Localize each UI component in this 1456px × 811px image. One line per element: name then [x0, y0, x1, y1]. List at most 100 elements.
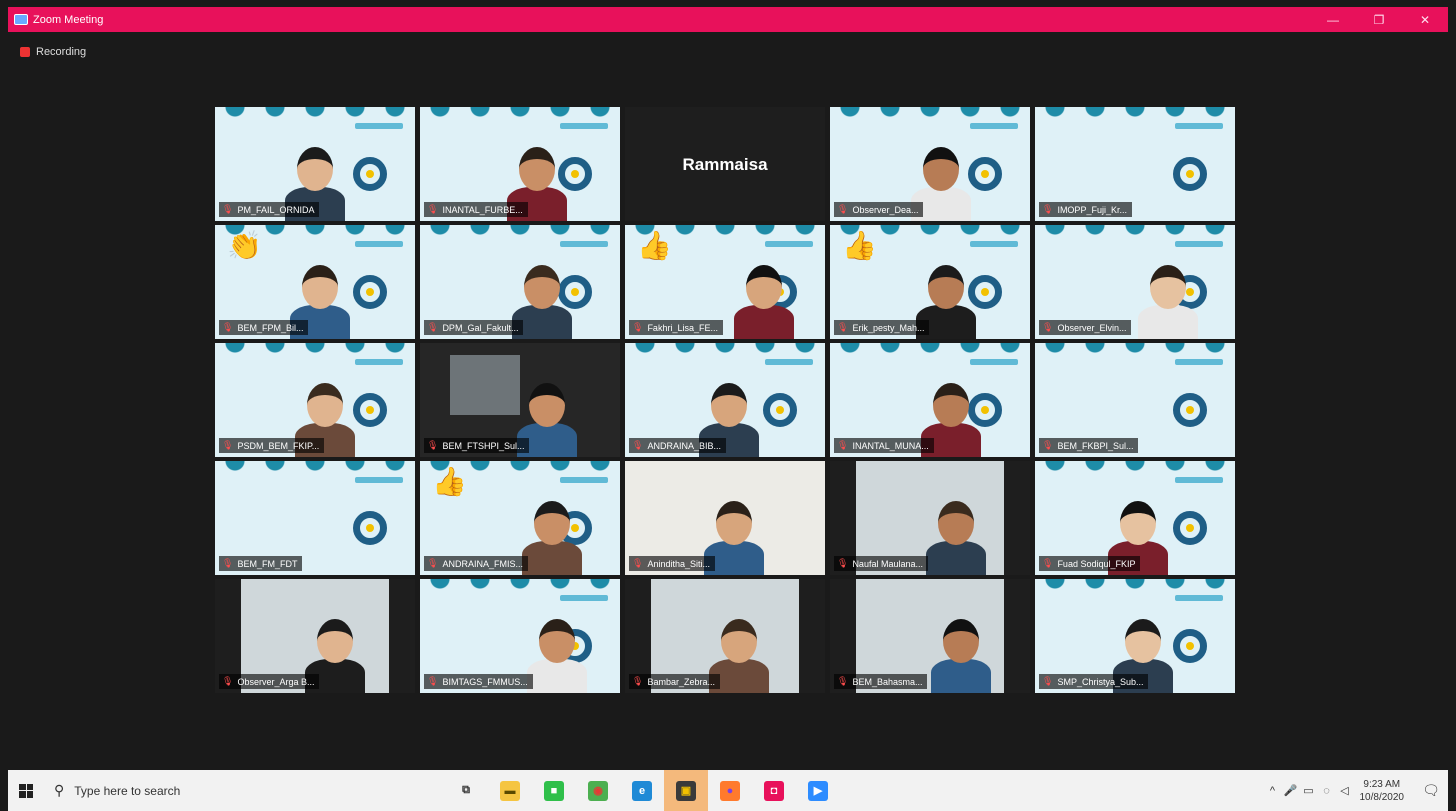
microphone-icon[interactable]: 🎤 [1282, 784, 1300, 797]
participant-tile[interactable]: 🎙 BEM_FTSHPI_Sul... [420, 343, 620, 457]
background-logo [355, 123, 403, 129]
maximize-button[interactable]: ❐ [1356, 7, 1402, 32]
participant-name: Erik_pesty_Mah... [852, 322, 925, 333]
network-icon[interactable]: ◌ [1318, 785, 1336, 797]
background-logo [560, 123, 608, 129]
firefox-taskbar-button[interactable]: ● [708, 770, 752, 811]
participant-tile[interactable]: 🎙 INANTAL_FURBE... [420, 107, 620, 221]
participant-name-tag: 🎙 BEM_Bahasma... [834, 674, 928, 689]
participant-tile[interactable]: 🎙 SMP_Christya_Sub... [1035, 579, 1235, 693]
participant-name-tag: 🎙 BEM_FM_FDT [219, 556, 303, 571]
participant-tile[interactable]: 🎙 Observer_Arga B... [215, 579, 415, 693]
clock-time: 9:23 AM [1363, 778, 1401, 790]
recording-indicator[interactable]: Recording [20, 46, 86, 58]
clap-reaction-icon: 👏 [227, 230, 262, 261]
task-view-icon: ⧉ [456, 780, 476, 801]
chevron-up-icon[interactable]: ^ [1264, 785, 1282, 797]
muted-mic-icon: 🎙 [1042, 440, 1054, 450]
participant-tile[interactable]: 🎙 IMOPP_Fuji_Kr... [1035, 107, 1235, 221]
gear-icon [968, 157, 1002, 191]
participant-tile[interactable]: 🎙 BEM_FKBPI_Sul... [1035, 343, 1235, 457]
room-window [450, 355, 520, 415]
gallery-grid: 🎙 PM_FAIL_ORNIDA 🎙 INANTAL_FURBE... Rammaisa… [215, 107, 1235, 693]
participant-name-tag: 🎙 Observer_Dea... [834, 202, 924, 217]
participant-tile[interactable]: 👍 🎙 ANDRAINA_FMIS... [420, 461, 620, 575]
participant-tile[interactable]: 🎙 DPM_Gal_Fakult... [420, 225, 620, 339]
participant-name-tag: 🎙 Erik_pesty_Mah... [834, 320, 930, 335]
participant-tile[interactable]: 🎙 Aninditha_Siti... [625, 461, 825, 575]
start-button[interactable] [8, 770, 44, 811]
participant-name: BEM_FTSHPI_Sul... [442, 440, 525, 451]
window-controls: — ❐ ✕ [1310, 7, 1448, 32]
gear-icon [353, 275, 387, 309]
participant-tile[interactable]: 🎙 INANTAL_MUNA... [830, 343, 1030, 457]
participant-name: Fakhri_Lisa_FE... [647, 322, 718, 333]
zoom-app-icon [14, 14, 28, 25]
sticky-notes-taskbar-button[interactable]: ▣ [664, 770, 708, 811]
file-explorer-taskbar-button[interactable]: ▬ [488, 770, 532, 811]
participant-video [734, 239, 794, 339]
participant-name: Observer_Elvin... [1057, 322, 1127, 333]
participant-tile[interactable]: 🎙 PM_FAIL_ORNIDA [215, 107, 415, 221]
participant-tile[interactable]: Rammaisa [625, 107, 825, 221]
minimize-button[interactable]: — [1310, 7, 1356, 32]
recording-icon [20, 47, 30, 57]
participant-tile[interactable]: 🎙 ANDRAINA_BIB... [625, 343, 825, 457]
green-app-taskbar-button[interactable]: ■ [532, 770, 576, 811]
taskbar-search[interactable]: ⚲ Type here to search [44, 770, 394, 811]
participant-tile[interactable]: 👍 🎙 Fakhri_Lisa_FE... [625, 225, 825, 339]
gear-icon [353, 511, 387, 545]
participant-name: SMP_Christya_Sub... [1057, 676, 1144, 687]
participant-name-tag: 🎙 BEM_FKBPI_Sul... [1039, 438, 1139, 453]
clock[interactable]: 9:23 AM 10/8/2020 [1360, 778, 1405, 804]
muted-mic-icon: 🎙 [632, 676, 644, 686]
gear-icon [353, 393, 387, 427]
participant-tile[interactable]: 🎙 Fuad Sodiqul_FKIP [1035, 461, 1235, 575]
participant-tile[interactable]: 🎙 Naufal Maulana... [830, 461, 1030, 575]
muted-mic-icon: 🎙 [837, 204, 849, 214]
participant-name-tag: 🎙 DPM_Gal_Fakult... [424, 320, 524, 335]
battery-icon[interactable]: ▭ [1300, 784, 1318, 797]
participant-tile[interactable]: 🎙 PSDM_BEM_FKIP... [215, 343, 415, 457]
participant-tile[interactable]: 🎙 BIMTAGS_FMMUS... [420, 579, 620, 693]
participant-name-tag: 🎙 BEM_FTSHPI_Sul... [424, 438, 530, 453]
system-tray: ^ 🎤 ▭ ◌ ◁ 9:23 AM 10/8/2020 🗨 [1264, 770, 1449, 811]
participant-tile[interactable]: 🎙 BEM_Bahasma... [830, 579, 1030, 693]
chrome-taskbar-button[interactable]: ◉ [576, 770, 620, 811]
participant-video [926, 475, 986, 575]
participant-name: BIMTAGS_FMMUS... [442, 676, 528, 687]
participant-name: BEM_FPM_Bil... [237, 322, 304, 333]
search-placeholder: Type here to search [74, 783, 181, 798]
muted-mic-icon: 🎙 [1042, 676, 1054, 686]
participant-tile[interactable]: 👍 🎙 Erik_pesty_Mah... [830, 225, 1030, 339]
background-logo [970, 241, 1018, 247]
zoom-taskbar-button[interactable]: ▶ [796, 770, 840, 811]
thumbs-up-reaction-icon: 👍 [637, 230, 672, 261]
participant-name: BEM_FM_FDT [237, 558, 298, 569]
clock-date: 10/8/2020 [1359, 791, 1405, 803]
participant-name: Aninditha_Siti... [647, 558, 710, 569]
participant-name-tag: 🎙 INANTAL_FURBE... [424, 202, 528, 217]
volume-icon[interactable]: ◁ [1336, 784, 1354, 797]
close-button[interactable]: ✕ [1402, 7, 1448, 32]
participant-name: PSDM_BEM_FKIP... [237, 440, 320, 451]
participant-tile[interactable]: 🎙 BEM_FM_FDT [215, 461, 415, 575]
participant-name-tag: 🎙 PSDM_BEM_FKIP... [219, 438, 325, 453]
camera-app-taskbar-button[interactable]: ◘ [752, 770, 796, 811]
edge-taskbar-button[interactable]: e [620, 770, 664, 811]
participant-tile[interactable]: 🎙 Bambar_Zebra... [625, 579, 825, 693]
notification-icon[interactable]: 🗨 [1414, 770, 1448, 811]
participant-tile[interactable]: 👏 🎙 BEM_FPM_Bil... [215, 225, 415, 339]
participant-video [522, 475, 582, 575]
muted-mic-icon: 🎙 [837, 440, 849, 450]
participant-name: Bambar_Zebra... [647, 676, 715, 687]
participant-name-tag: 🎙 PM_FAIL_ORNIDA [219, 202, 320, 217]
participant-tile[interactable]: 🎙 Observer_Elvin... [1035, 225, 1235, 339]
participant-name-tag: 🎙 Naufal Maulana... [834, 556, 928, 571]
camera-app-icon: ◘ [764, 780, 784, 801]
task-view-taskbar-button[interactable]: ⧉ [444, 770, 488, 811]
participant-video [527, 593, 587, 693]
participant-name-tag: 🎙 Bambar_Zebra... [629, 674, 720, 689]
participant-name-tag: 🎙 IMOPP_Fuji_Kr... [1039, 202, 1132, 217]
participant-tile[interactable]: 🎙 Observer_Dea... [830, 107, 1030, 221]
